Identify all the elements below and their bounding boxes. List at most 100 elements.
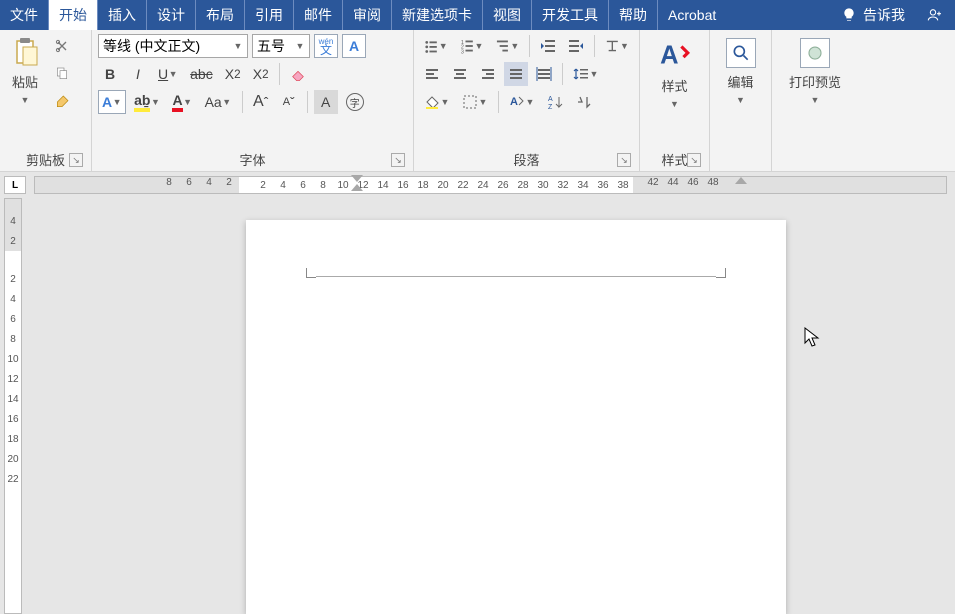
- align-right-button[interactable]: [476, 62, 500, 86]
- workspace: L 8 6 4 2 2 4 6 8 10 12 14 16 18 20 22 2…: [0, 172, 955, 614]
- tab-home[interactable]: 开始: [49, 0, 98, 30]
- styles-group-label: 样式: [661, 153, 687, 168]
- document-page[interactable]: [246, 220, 786, 614]
- scissors-icon: [54, 38, 70, 54]
- group-editing: 编辑▼: [710, 30, 772, 171]
- tab-design[interactable]: 设计: [147, 0, 196, 30]
- indent-marker-right[interactable]: [735, 175, 747, 184]
- superscript-button[interactable]: X2: [249, 62, 273, 86]
- grow-font-button[interactable]: Aˆ: [249, 90, 273, 114]
- tab-newtab[interactable]: 新建选项卡: [392, 0, 483, 30]
- copy-icon: [54, 66, 70, 82]
- tab-review[interactable]: 审阅: [343, 0, 392, 30]
- header-boundary: [316, 276, 716, 277]
- shading-button[interactable]: ▼: [420, 90, 454, 114]
- tab-mailings[interactable]: 邮件: [294, 0, 343, 30]
- snap-button[interactable]: A▼: [505, 90, 539, 114]
- tab-help[interactable]: 帮助: [609, 0, 658, 30]
- multilevel-icon: [496, 38, 511, 54]
- separator: [594, 35, 595, 57]
- group-font: 等线 (中文正文)▼ 五号▼ wén 文 A B I U▼ abc X2 X2 …: [92, 30, 414, 171]
- styles-button[interactable]: A 样式▼: [646, 34, 703, 114]
- line-spacing-icon: [573, 66, 589, 82]
- borders-button[interactable]: ▼: [458, 90, 492, 114]
- bullets-icon: [424, 38, 439, 54]
- tab-references[interactable]: 引用: [245, 0, 294, 30]
- format-painter-button[interactable]: [50, 90, 74, 114]
- paste-label: 粘贴: [12, 75, 38, 90]
- tab-acrobat[interactable]: Acrobat: [658, 0, 726, 30]
- vertical-ruler[interactable]: 4 2 2 4 6 8 10 12 14 16 18 20 22: [4, 198, 22, 614]
- shrink-font-button[interactable]: Aˇ: [277, 90, 301, 114]
- mouse-cursor-icon: [804, 327, 822, 347]
- tell-me-search[interactable]: 告诉我: [831, 0, 915, 30]
- copy-button[interactable]: [50, 62, 74, 86]
- tab-developer[interactable]: 开发工具: [532, 0, 609, 30]
- highlight-button[interactable]: aḇ▼: [130, 90, 164, 114]
- bold-button[interactable]: B: [98, 62, 122, 86]
- editing-button[interactable]: 编辑▼: [716, 34, 765, 110]
- char-border-button[interactable]: A: [342, 34, 366, 58]
- search-icon: [731, 43, 751, 63]
- margin-corner-icon: [716, 268, 726, 278]
- brush-icon: [54, 94, 70, 110]
- phonetic-guide-button[interactable]: wén 文: [314, 34, 338, 58]
- text-effects-button[interactable]: A▼: [98, 90, 126, 114]
- tab-view[interactable]: 视图: [483, 0, 532, 30]
- group-styles: A 样式▼ 样式 ↘: [640, 30, 710, 171]
- align-center-button[interactable]: [448, 62, 472, 86]
- ribbon: 粘贴▼ 剪贴板 ↘ 等线 (中文正文)▼ 五号▼ wén 文 A: [0, 30, 955, 172]
- multilevel-button[interactable]: ▼: [492, 34, 524, 58]
- underline-button[interactable]: U▼: [154, 62, 182, 86]
- cut-button[interactable]: [50, 34, 74, 58]
- char-shading-button[interactable]: A: [314, 90, 338, 114]
- person-plus-icon: [927, 7, 943, 23]
- font-color-button[interactable]: A▼: [168, 90, 196, 114]
- font-name-select[interactable]: 等线 (中文正文)▼: [98, 34, 248, 58]
- clipboard-dialog-launcher[interactable]: ↘: [69, 153, 83, 167]
- increase-indent-button[interactable]: [564, 34, 588, 58]
- share-button[interactable]: [915, 0, 955, 30]
- font-dialog-launcher[interactable]: ↘: [391, 153, 405, 167]
- line-spacing-button[interactable]: ▼: [569, 62, 603, 86]
- indent-marker-left[interactable]: [351, 175, 363, 191]
- sort-button[interactable]: AZ: [543, 90, 567, 114]
- svg-text:3: 3: [461, 49, 464, 54]
- print-preview-button[interactable]: 打印预览▼: [778, 34, 852, 110]
- strikethrough-button[interactable]: abc: [186, 62, 217, 86]
- italic-button[interactable]: I: [126, 62, 150, 86]
- snap-icon: A: [509, 94, 525, 110]
- align-right-icon: [480, 66, 496, 82]
- enclose-char-button[interactable]: 字: [342, 90, 368, 114]
- asian-layout-button[interactable]: ▼: [601, 34, 633, 58]
- change-case-button[interactable]: Aa▼: [201, 90, 236, 114]
- circle-icon: [806, 44, 824, 62]
- paragraph-dialog-launcher[interactable]: ↘: [617, 153, 631, 167]
- show-marks-button[interactable]: [571, 90, 595, 114]
- font-size-select[interactable]: 五号▼: [252, 34, 310, 58]
- distribute-button[interactable]: [532, 62, 556, 86]
- align-justify-icon: [508, 66, 524, 82]
- clear-format-button[interactable]: [286, 62, 310, 86]
- horizontal-ruler[interactable]: 8 6 4 2 2 4 6 8 10 12 14 16 18 20 22 24 …: [34, 176, 947, 194]
- group-printpreview: 打印预览▼: [772, 30, 858, 171]
- tab-layout[interactable]: 布局: [196, 0, 245, 30]
- align-left-button[interactable]: [420, 62, 444, 86]
- subscript-button[interactable]: X2: [221, 62, 245, 86]
- group-paragraph: ▼ 123▼ ▼ ▼ ▼ ▼ ▼: [414, 30, 640, 171]
- svg-text:A: A: [510, 96, 518, 108]
- align-justify-button[interactable]: [504, 62, 528, 86]
- borders-icon: [462, 94, 478, 110]
- decrease-indent-button[interactable]: [536, 34, 560, 58]
- margin-corner-icon: [306, 268, 316, 278]
- tab-selector[interactable]: L: [4, 176, 26, 194]
- styles-dialog-launcher[interactable]: ↘: [687, 153, 701, 167]
- separator: [242, 91, 243, 113]
- tab-insert[interactable]: 插入: [98, 0, 147, 30]
- tab-file[interactable]: 文件: [0, 0, 49, 30]
- numbering-button[interactable]: 123▼: [456, 34, 488, 58]
- asian-icon: [605, 38, 620, 54]
- paste-button[interactable]: 粘贴▼: [6, 34, 44, 106]
- outdent-icon: [540, 38, 556, 54]
- bullets-button[interactable]: ▼: [420, 34, 452, 58]
